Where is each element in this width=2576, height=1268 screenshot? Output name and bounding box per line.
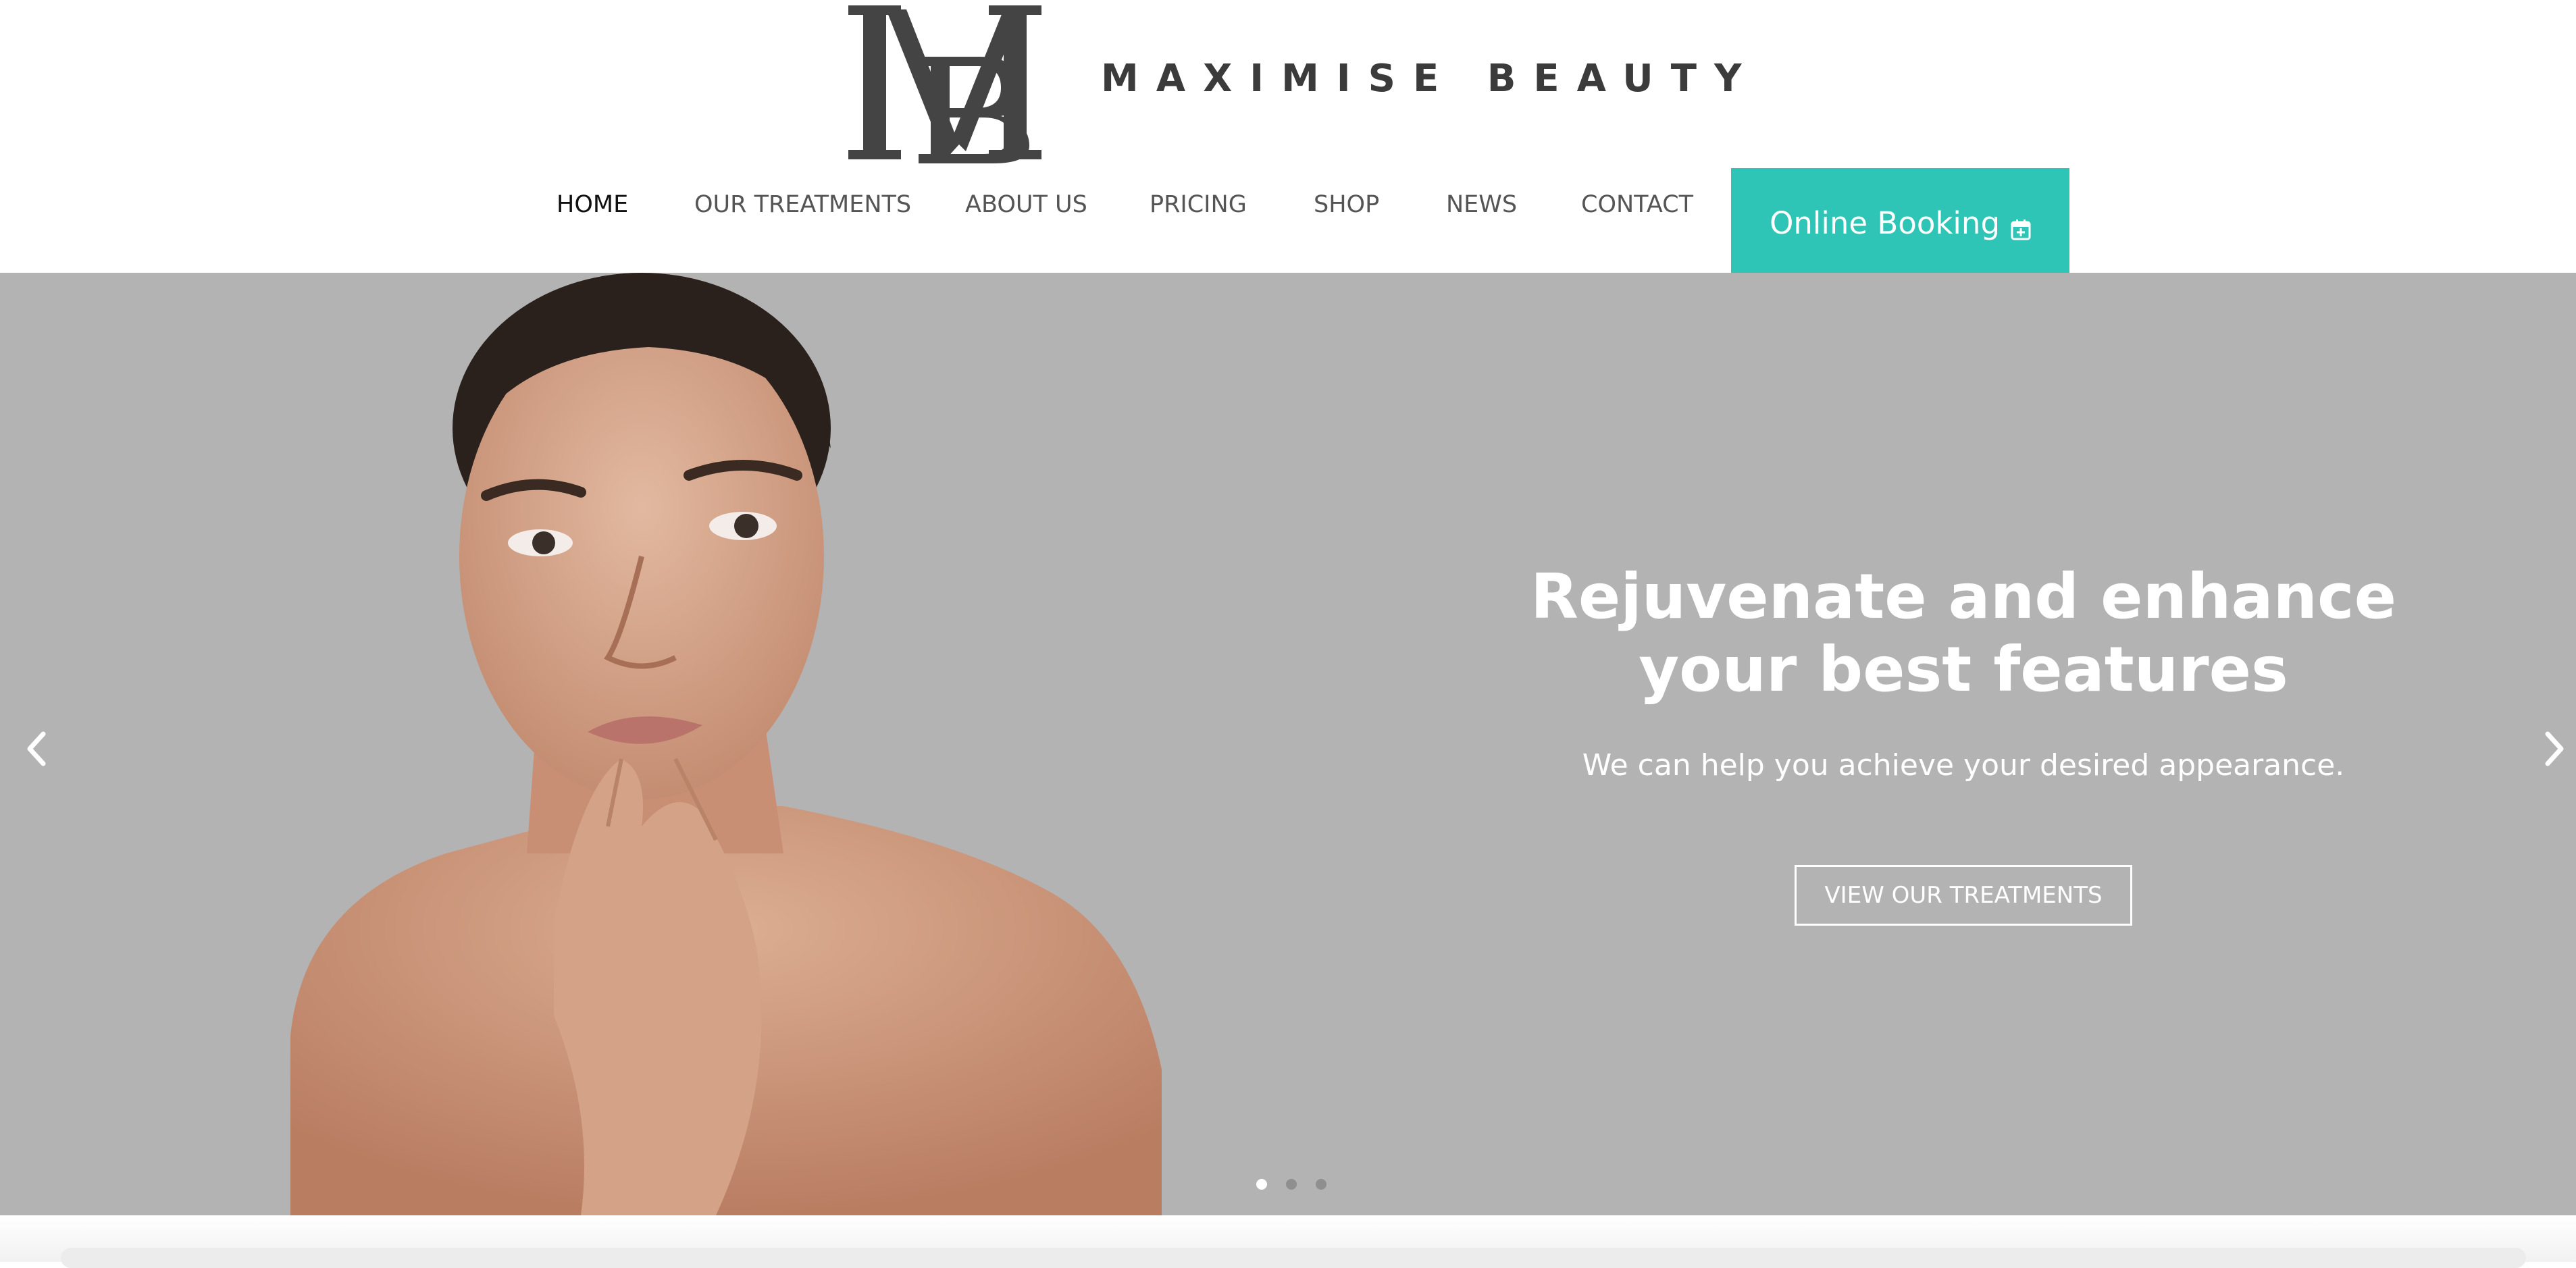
slider-pagination (1256, 1179, 1326, 1190)
main-nav: HOME OUR TREATMENTS ABOUT US PRICING SHO… (0, 168, 2576, 278)
nav-item-contact[interactable]: CONTACT (1581, 191, 1693, 218)
nav-item-shop[interactable]: SHOP (1314, 191, 1379, 218)
online-booking-label: Online Booking (1769, 205, 2001, 241)
slider-prev-button[interactable] (16, 718, 57, 779)
chevron-left-icon (27, 731, 46, 766)
online-booking-button[interactable]: Online Booking (1731, 168, 2069, 278)
slider-next-button[interactable] (2534, 718, 2575, 779)
hero-slider: Rejuvenate and enhance your best feature… (0, 273, 2576, 1215)
brand-name: MAXIMISE BEAUTY (1101, 57, 1759, 101)
slide-dot-2[interactable] (1286, 1179, 1297, 1190)
calendar-plus-icon (2011, 212, 2031, 240)
site-header: MAXIMISE BEAUTY HOME OUR TREATMENTS ABOU… (0, 0, 2576, 278)
slide-dot-1[interactable] (1256, 1179, 1267, 1190)
hero-title: Rejuvenate and enhance your best feature… (1520, 560, 2407, 706)
hero-model-image (290, 273, 1162, 1215)
nav-item-home[interactable]: HOME (557, 191, 628, 218)
hero-title-line2: your best features (1639, 633, 2288, 706)
view-treatments-button[interactable]: VIEW OUR TREATMENTS (1795, 865, 2132, 926)
content-card-shadow (61, 1248, 2526, 1268)
nav-item-pricing[interactable]: PRICING (1150, 191, 1247, 218)
brand-logo[interactable]: MAXIMISE BEAUTY (844, 3, 1742, 165)
nav-item-news[interactable]: NEWS (1446, 191, 1517, 218)
nav-item-our-treatments[interactable]: OUR TREATMENTS (694, 191, 911, 218)
monogram-logo (848, 5, 1041, 163)
hero-title-line1: Rejuvenate and enhance (1530, 560, 2396, 633)
hero-subtitle: We can help you achieve your desired app… (1582, 748, 2345, 783)
chevron-right-icon (2545, 731, 2564, 766)
nav-item-about-us[interactable]: ABOUT US (965, 191, 1087, 218)
slide-dot-3[interactable] (1316, 1179, 1326, 1190)
